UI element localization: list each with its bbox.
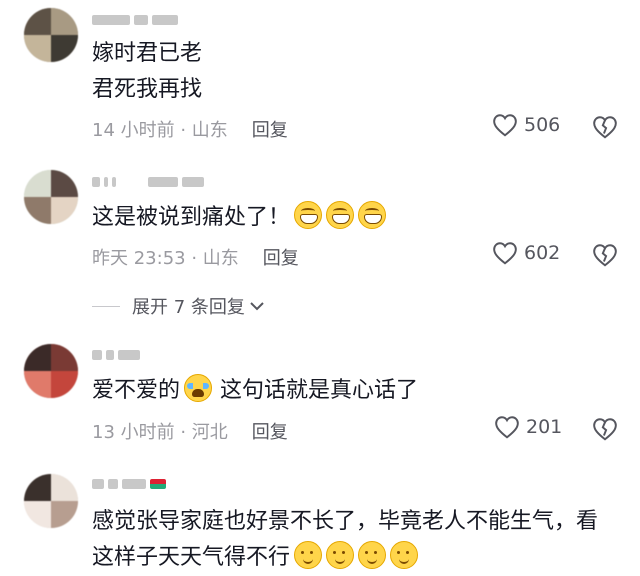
avatar[interactable] — [24, 170, 78, 224]
time-location: 14 小时前 · 山东 — [92, 120, 228, 141]
reply-button[interactable]: 回复 — [252, 120, 288, 141]
reply-button[interactable]: 回复 — [252, 422, 288, 443]
heart-icon — [493, 114, 517, 137]
comment-text: 这是被说到痛处了！ — [92, 200, 387, 236]
username[interactable] — [92, 172, 204, 192]
username[interactable] — [92, 10, 178, 30]
smirk-face-icon — [390, 541, 419, 569]
comment-text-line: 君死我再找 — [92, 77, 203, 102]
grin-face-icon — [358, 201, 387, 229]
grin-face-icon — [326, 201, 355, 229]
time-location: 昨天 23:53 · 山东 — [92, 248, 239, 269]
comment-meta: 13 小时前 · 河北 回复 — [92, 418, 288, 444]
dislike-icon[interactable] — [592, 242, 618, 268]
smirk-face-icon — [358, 541, 387, 569]
comment-meta: 14 小时前 · 山东 回复 — [92, 116, 288, 142]
comment-text-after: 这句话就是真心话了 — [220, 378, 419, 403]
like-count: 602 — [524, 242, 561, 264]
reply-button[interactable]: 回复 — [263, 248, 299, 269]
dislike-icon[interactable] — [592, 416, 618, 442]
comment-text-before: 爱不爱的 — [92, 378, 181, 403]
chevron-down-icon — [250, 302, 264, 311]
comment-text-line: 这样子天天气得不行 — [92, 545, 291, 570]
avatar[interactable] — [24, 344, 78, 398]
smirk-face-icon — [326, 541, 355, 569]
comment-text-line: 嫁时君已老 — [92, 41, 203, 66]
smirk-face-icon — [294, 541, 323, 569]
heart-icon — [495, 416, 519, 439]
expand-replies-button[interactable]: 展开 7 条回复 — [92, 293, 265, 319]
like-button[interactable]: 602 — [492, 241, 560, 265]
avatar[interactable] — [24, 474, 78, 528]
username[interactable] — [92, 474, 166, 494]
comment-text-line: 这是被说到痛处了！ — [92, 205, 291, 230]
like-button[interactable]: 506 — [492, 113, 560, 137]
expand-replies-label: 展开 7 条回复 — [132, 297, 245, 318]
comment-text-line: 感觉张导家庭也好景不长了，毕竟老人不能生气，看 — [92, 509, 599, 534]
heart-icon — [493, 242, 517, 265]
divider — [92, 305, 120, 307]
comment-text: 这样子天天气得不行 — [92, 540, 419, 576]
grin-face-icon — [294, 201, 323, 229]
comment-text: 爱不爱的 这句话就是真心话了 — [92, 373, 418, 409]
like-button[interactable]: 201 — [494, 415, 562, 439]
time-location: 13 小时前 · 河北 — [92, 422, 228, 443]
comment-meta: 昨天 23:53 · 山东 回复 — [92, 244, 299, 270]
like-count: 201 — [526, 416, 563, 438]
username[interactable] — [92, 345, 140, 365]
avatar[interactable] — [24, 8, 78, 62]
crying-face-icon — [184, 374, 213, 402]
dislike-icon[interactable] — [592, 114, 618, 140]
like-count: 506 — [524, 114, 561, 136]
